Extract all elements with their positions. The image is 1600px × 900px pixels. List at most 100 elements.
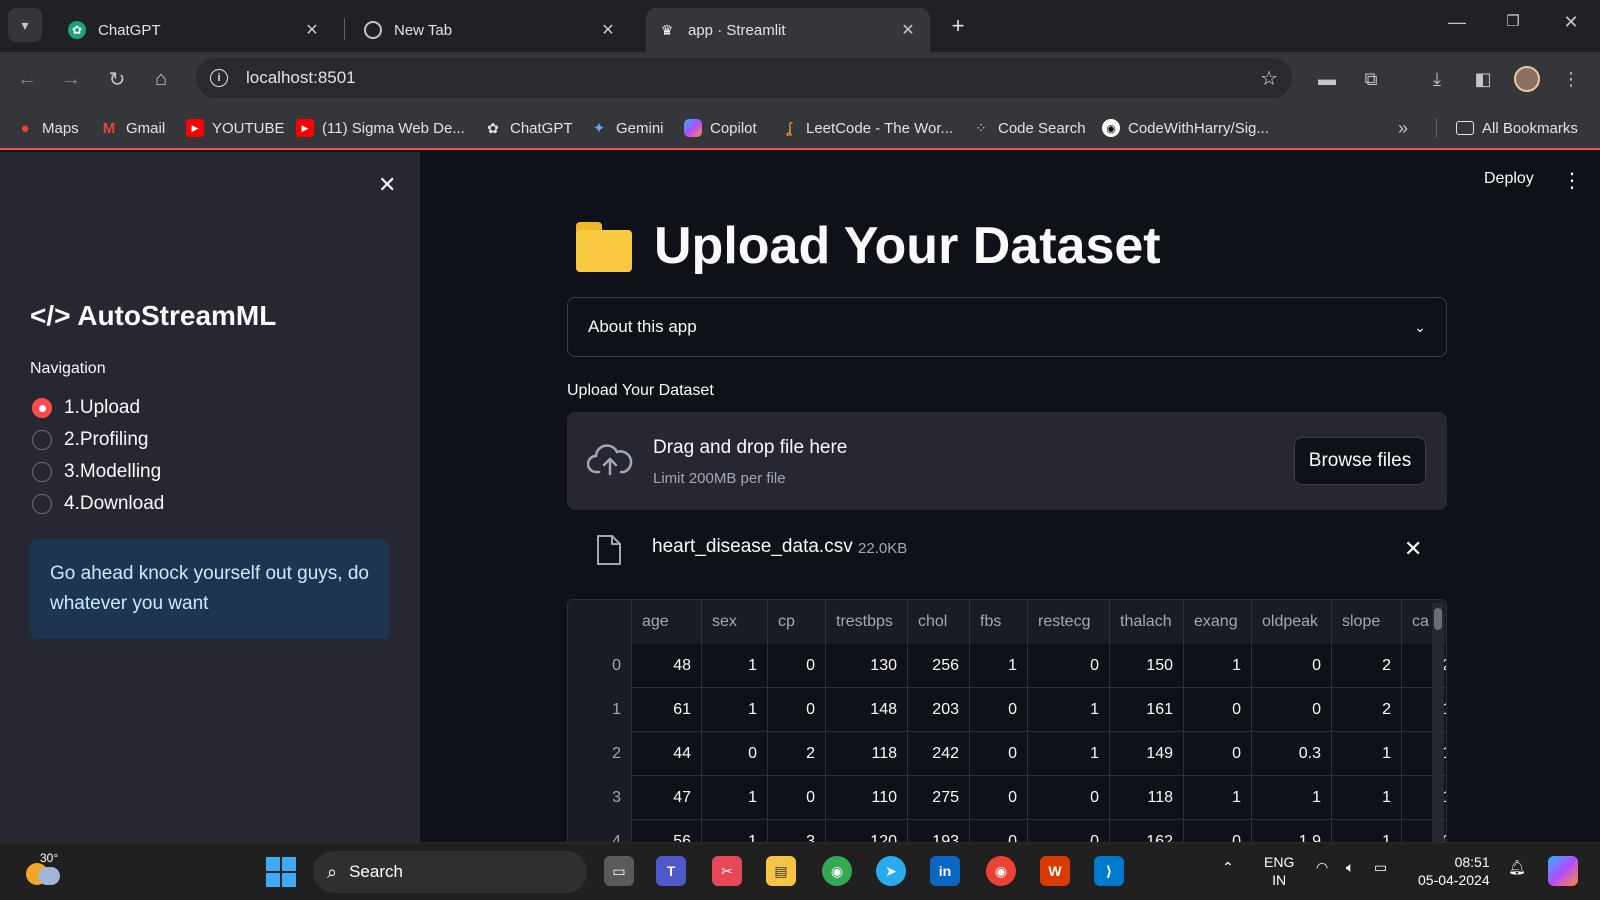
deploy-button[interactable]: Deploy xyxy=(1484,170,1534,188)
table-cell[interactable]: 162 xyxy=(1110,820,1184,842)
table-cell[interactable]: 148 xyxy=(826,688,908,732)
column-header[interactable]: oldpeak xyxy=(1252,600,1332,644)
table-cell[interactable]: 0 xyxy=(970,732,1028,776)
language-indicator[interactable]: ENG IN xyxy=(1264,853,1294,889)
column-header[interactable]: cp xyxy=(768,600,826,644)
table-cell[interactable]: 0 xyxy=(1184,688,1252,732)
close-tab-icon[interactable]: ✕ xyxy=(898,20,918,40)
table-cell[interactable]: 0 xyxy=(768,644,826,688)
wifi-icon[interactable]: ◠ xyxy=(1316,859,1328,876)
wps-office-icon[interactable]: W xyxy=(1040,856,1070,886)
sidebar-close-icon[interactable]: ✕ xyxy=(378,172,396,198)
minimize-icon[interactable]: — xyxy=(1442,12,1472,33)
row-index[interactable]: 1 xyxy=(568,688,632,732)
column-header[interactable]: slope xyxy=(1332,600,1402,644)
column-header[interactable]: exang xyxy=(1184,600,1252,644)
table-cell[interactable]: 0 xyxy=(702,732,768,776)
restore-icon[interactable]: ❐ xyxy=(1498,12,1528,30)
table-cell[interactable]: 118 xyxy=(826,732,908,776)
file-explorer-icon[interactable]: ▤ xyxy=(766,856,796,886)
close-tab-icon[interactable]: ✕ xyxy=(302,20,322,40)
table-cell[interactable]: 2 xyxy=(768,732,826,776)
snipping-tool-icon[interactable]: ✂ xyxy=(712,856,742,886)
bookmark-gemini[interactable]: ✦ Gemini xyxy=(590,116,664,140)
home-icon[interactable]: ⌂ xyxy=(146,64,176,94)
bookmark-youtube[interactable]: ▶ YOUTUBE xyxy=(186,116,285,140)
window-close-icon[interactable]: ✕ xyxy=(1556,12,1586,33)
table-cell[interactable]: 1 xyxy=(702,776,768,820)
bookmark-sigma-web-dev[interactable]: ▶ (11) Sigma Web De... xyxy=(296,116,465,140)
bookmark-code-search[interactable]: ⁘ Code Search xyxy=(972,116,1085,140)
table-cell[interactable]: 0 xyxy=(1184,732,1252,776)
column-header[interactable]: fbs xyxy=(970,600,1028,644)
bookmark-codewithharry[interactable]: ◉ CodeWithHarry/Sig... xyxy=(1102,116,1269,140)
table-cell[interactable]: 1 xyxy=(1028,732,1110,776)
bookmark-gmail[interactable]: M Gmail xyxy=(100,116,165,140)
table-cell[interactable]: 1 xyxy=(1184,776,1252,820)
table-cell[interactable]: 1 xyxy=(1332,732,1402,776)
table-cell[interactable]: 0 xyxy=(970,820,1028,842)
chrome-profile-taskbar-icon[interactable]: ◉ xyxy=(986,856,1016,886)
table-cell[interactable]: 0 xyxy=(1028,820,1110,842)
vscode-icon[interactable]: ⟩ xyxy=(1094,856,1124,886)
row-index[interactable]: 3 xyxy=(568,776,632,820)
table-cell[interactable]: 0 xyxy=(1028,776,1110,820)
bookmark-chatgpt[interactable]: ✿ ChatGPT xyxy=(484,116,572,140)
table-cell[interactable]: 61 xyxy=(632,688,702,732)
site-info-icon[interactable]: i xyxy=(204,63,234,93)
table-cell[interactable]: 161 xyxy=(1110,688,1184,732)
task-view-icon[interactable]: ▭ xyxy=(604,856,634,886)
table-cell[interactable]: 2 xyxy=(1332,644,1402,688)
taskbar-search[interactable]: ⌕ Search xyxy=(313,851,587,893)
table-cell[interactable]: 1 xyxy=(1332,820,1402,842)
tray-overflow-chevron-icon[interactable]: ⌃ xyxy=(1222,859,1234,876)
table-cell[interactable]: 2 xyxy=(1332,688,1402,732)
extension-icon[interactable]: ▬ xyxy=(1312,64,1342,94)
table-cell[interactable]: 0 xyxy=(1184,820,1252,842)
tab-search-button[interactable]: ▾ xyxy=(8,8,42,42)
all-bookmarks[interactable]: All Bookmarks xyxy=(1456,116,1578,140)
table-cell[interactable]: 1 xyxy=(702,688,768,732)
close-tab-icon[interactable]: ✕ xyxy=(598,20,618,40)
file-dropzone[interactable]: Drag and drop file here Limit 200MB per … xyxy=(567,412,1447,510)
puzzle-extensions-icon[interactable]: ⧉ xyxy=(1356,64,1386,94)
table-cell[interactable]: 110 xyxy=(826,776,908,820)
browser-menu-icon[interactable]: ⋮ xyxy=(1556,64,1586,94)
table-cell[interactable]: 1 xyxy=(970,644,1028,688)
linkedin-icon[interactable]: in xyxy=(930,856,960,886)
remove-file-icon[interactable]: ✕ xyxy=(1404,536,1422,562)
table-cell[interactable]: 0 xyxy=(768,776,826,820)
tab-chatgpt[interactable]: ✿ ChatGPT ✕ xyxy=(56,8,334,52)
table-cell[interactable]: 0 xyxy=(970,776,1028,820)
clock[interactable]: 08:51 05-04-2024 xyxy=(1418,853,1490,889)
telegram-icon[interactable]: ➤ xyxy=(876,856,906,886)
profile-avatar[interactable] xyxy=(1514,66,1540,92)
table-cell[interactable]: 0 xyxy=(768,688,826,732)
windows-start-icon[interactable] xyxy=(266,857,296,887)
tab-streamlit[interactable]: ♛ app · Streamlit ✕ xyxy=(646,8,930,52)
column-header[interactable]: chol xyxy=(908,600,970,644)
table-cell[interactable]: 130 xyxy=(826,644,908,688)
column-header[interactable]: thalach xyxy=(1110,600,1184,644)
table-cell[interactable]: 3 xyxy=(768,820,826,842)
address-bar[interactable]: i localhost:8501 ☆ xyxy=(196,58,1292,98)
row-index[interactable]: 4 xyxy=(568,820,632,842)
bookmark-star-icon[interactable]: ☆ xyxy=(1260,66,1278,91)
table-cell[interactable]: 275 xyxy=(908,776,970,820)
table-cell[interactable]: 1 xyxy=(1028,688,1110,732)
table-cell[interactable]: 0 xyxy=(1252,688,1332,732)
row-index[interactable]: 0 xyxy=(568,644,632,688)
nav-option-profiling[interactable]: 2.Profiling xyxy=(32,428,149,452)
reload-icon[interactable]: ↻ xyxy=(102,64,132,94)
notification-bell-icon[interactable]: 🔔︎ xyxy=(1508,859,1526,876)
table-cell[interactable]: 242 xyxy=(908,732,970,776)
battery-icon[interactable]: ▭ xyxy=(1374,859,1387,876)
table-cell[interactable]: 47 xyxy=(632,776,702,820)
volume-icon[interactable]: 🔈︎ xyxy=(1346,859,1354,876)
nav-option-upload[interactable]: 1.Upload xyxy=(32,396,140,420)
table-cell[interactable]: 1 xyxy=(1332,776,1402,820)
table-cell[interactable]: 56 xyxy=(632,820,702,842)
app-menu-icon[interactable]: ⋮ xyxy=(1562,168,1582,193)
back-arrow-icon[interactable]: ← xyxy=(12,64,42,94)
table-cell[interactable]: 1.9 xyxy=(1252,820,1332,842)
